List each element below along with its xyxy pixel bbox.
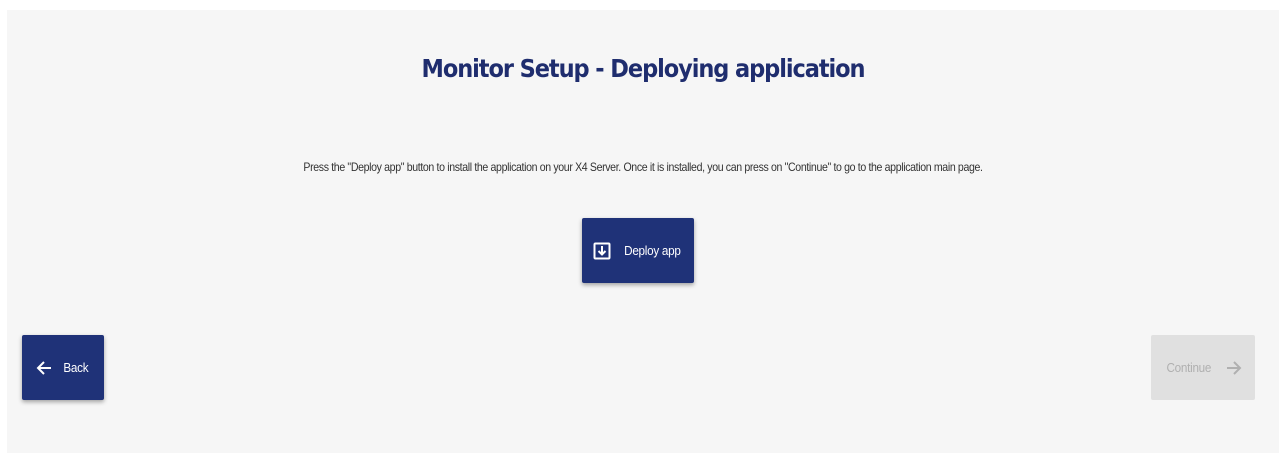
arrow-left-icon [36,360,52,376]
setup-panel: Monitor Setup - Deploying application Pr… [7,10,1279,453]
deploy-app-button[interactable]: Deploy app [582,218,694,283]
instructions-text: Press the "Deploy app" button to install… [303,160,983,174]
continue-label: Continue [1166,360,1212,375]
back-label: Back [63,360,89,375]
continue-button[interactable]: Continue [1151,335,1255,400]
arrow-right-icon [1226,360,1242,376]
deploy-app-label: Deploy app [623,243,681,258]
back-button[interactable]: Back [22,335,104,400]
download-box-icon [593,242,611,260]
page-title: Monitor Setup - Deploying application [421,54,866,83]
